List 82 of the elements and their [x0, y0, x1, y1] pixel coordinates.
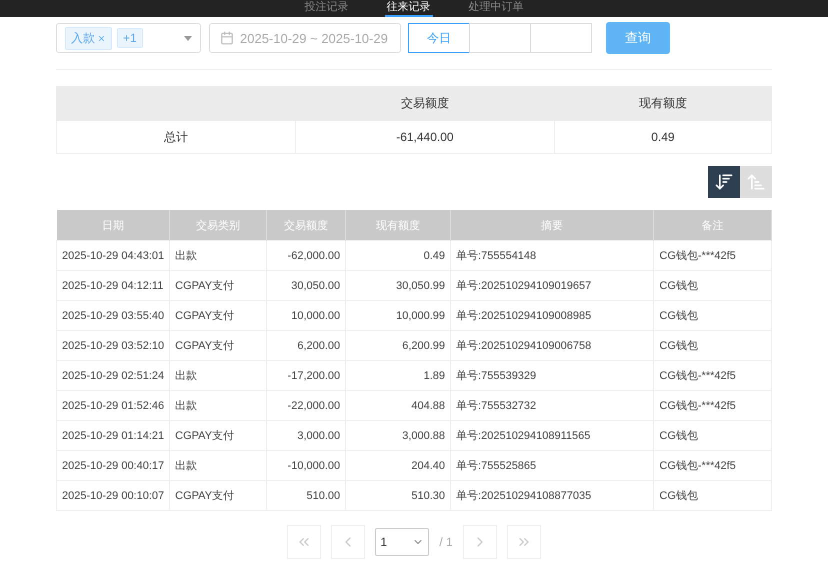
sort-ascending-icon	[746, 172, 766, 192]
table-cell: 10,000.99	[346, 300, 451, 330]
calendar-icon	[220, 31, 234, 45]
table-cell: 30,050.99	[346, 270, 451, 300]
first-page-button[interactable]	[287, 525, 322, 559]
table-cell: 2025-10-29 01:52:46	[56, 390, 170, 420]
table-cell: 2025-10-29 01:14:21	[56, 420, 170, 450]
table-cell: 出款	[170, 450, 266, 480]
table-cell: 2025-10-29 03:52:10	[56, 330, 170, 360]
table-cell: 2025-10-29 00:40:17	[56, 450, 170, 480]
date-range-field[interactable]: 2025-10-29 ~ 2025-10-29	[209, 23, 401, 53]
table-cell: 6,200.00	[266, 330, 346, 360]
table-cell: 2025-10-29 03:55:40	[56, 300, 170, 330]
table-cell: 404.88	[346, 390, 451, 420]
nav-tab[interactable]: 处理中订单	[466, 1, 526, 17]
table-cell: 2025-10-29 02:51:24	[56, 360, 170, 390]
table-cell: 510.30	[346, 480, 451, 510]
summary-cell: -61,440.00	[296, 120, 554, 154]
table-cell: 单号:202510294108877035	[450, 480, 654, 510]
table-cell: 单号:202510294108911565	[450, 420, 654, 450]
nav-tab[interactable]: 往来记录	[384, 1, 432, 17]
summary-cell: 0.49	[554, 120, 772, 154]
table-cell: 单号:755554148	[450, 240, 654, 270]
dropdown-caret-icon	[184, 36, 192, 40]
table-cell: 出款	[170, 390, 266, 420]
date-range-button[interactable]: 今日	[408, 23, 470, 53]
page-total: / 1	[439, 535, 453, 549]
table-cell: 1.89	[346, 360, 451, 390]
table-cell: CG钱包	[654, 420, 772, 450]
sort-descending-icon	[714, 172, 734, 192]
table-cell: 3,000.00	[266, 420, 346, 450]
close-icon[interactable]	[97, 34, 106, 42]
table-cell: 2025-10-29 00:10:07	[56, 480, 170, 510]
table-cell: 2025-10-29 04:43:01	[56, 240, 170, 270]
table-cell: CG钱包	[654, 300, 772, 330]
summary-header: 交易额度	[296, 86, 554, 120]
table-cell: 单号:755539329	[450, 360, 654, 390]
page-select[interactable]: 1	[375, 528, 430, 556]
table-cell: CG钱包-***42f5	[654, 240, 772, 270]
table-cell: -10,000.00	[266, 450, 346, 480]
previous-page-button[interactable]	[331, 525, 366, 559]
type-select[interactable]: 入款 +1	[56, 23, 201, 53]
select-tag: 入款	[65, 26, 112, 50]
table-cell: CGPAY支付	[170, 300, 266, 330]
table-cell: 单号:202510294109008985	[450, 300, 654, 330]
table-cell: 10,000.00	[266, 300, 346, 330]
table-cell: CG钱包	[654, 330, 772, 360]
table-cell: -62,000.00	[266, 240, 346, 270]
last-page-button[interactable]	[506, 525, 541, 559]
table-cell: 单号:202510294109006758	[450, 330, 654, 360]
table-cell: 30,050.00	[266, 270, 346, 300]
table-cell: 0.49	[346, 240, 451, 270]
table-cell: 单号:755525865	[450, 450, 654, 480]
table-cell: 出款	[170, 240, 266, 270]
summary-cell: 总计	[56, 120, 296, 154]
table-cell: -22,000.00	[266, 390, 346, 420]
table-cell: 6,200.99	[346, 330, 451, 360]
query-button[interactable]: 查询	[606, 22, 670, 54]
table-cell: 单号:202510294109019657	[450, 270, 654, 300]
table-cell: 单号:755532732	[450, 390, 654, 420]
table-cell: CG钱包-***42f5	[654, 450, 772, 480]
summary-header: 现有额度	[554, 86, 772, 120]
table-cell: CG钱包	[654, 480, 772, 510]
next-page-button[interactable]	[462, 525, 497, 559]
table-cell: CGPAY支付	[170, 420, 266, 450]
table-cell: CG钱包-***42f5	[654, 390, 772, 420]
table-cell: -17,200.00	[266, 360, 346, 390]
table-cell: CG钱包-***42f5	[654, 360, 772, 390]
table-cell: CGPAY支付	[170, 480, 266, 510]
date-range-button[interactable]	[469, 23, 531, 53]
table-cell: CGPAY支付	[170, 330, 266, 360]
table-cell: 出款	[170, 360, 266, 390]
table-cell: CG钱包	[654, 270, 772, 300]
date-range-button[interactable]	[530, 23, 592, 53]
nav-tab[interactable]: 投注记录	[302, 1, 350, 17]
table-cell: CGPAY支付	[170, 270, 266, 300]
table-cell: 204.40	[346, 450, 451, 480]
table-cell: 3,000.88	[346, 420, 451, 450]
table-cell: 2025-10-29 04:12:11	[56, 270, 170, 300]
sort-descending-button[interactable]	[708, 166, 740, 198]
select-tag: +1	[117, 28, 143, 48]
table-cell: 510.00	[266, 480, 346, 510]
